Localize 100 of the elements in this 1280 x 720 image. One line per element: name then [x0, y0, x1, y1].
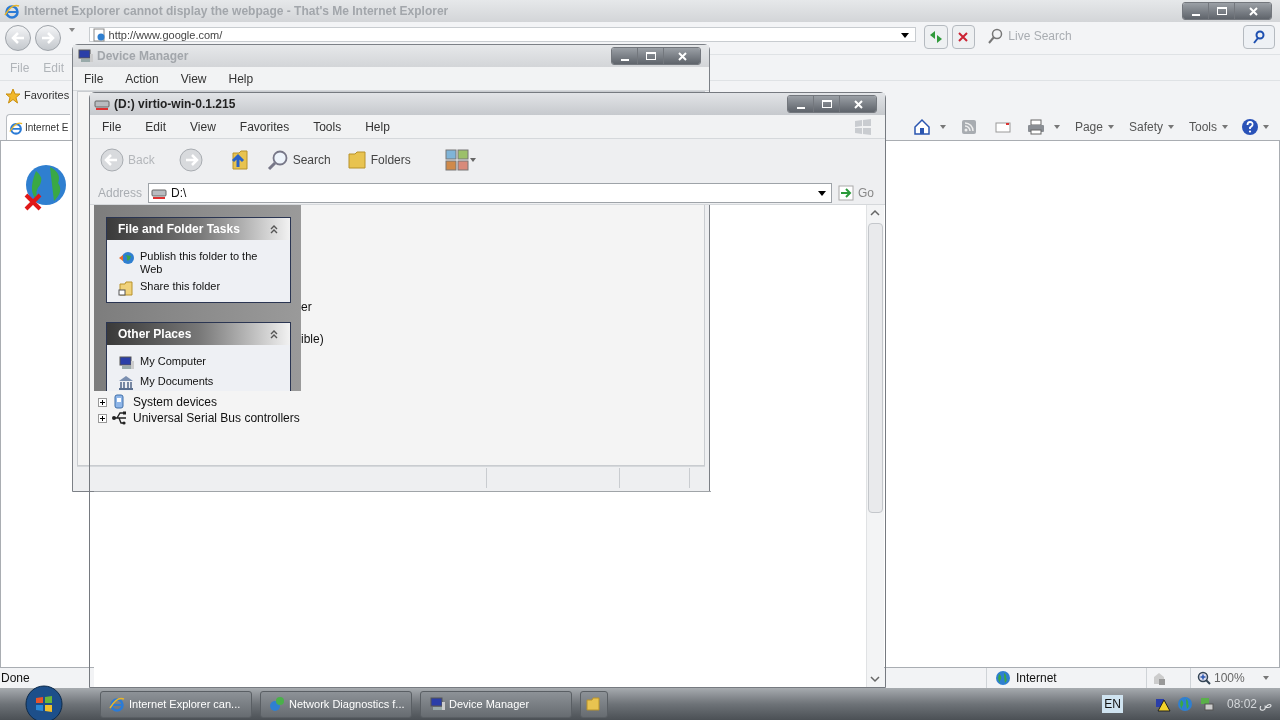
refresh-button[interactable]	[923, 25, 948, 49]
lock-icon	[1151, 670, 1167, 686]
caret-icon	[1262, 124, 1270, 130]
caret-icon	[1052, 124, 1061, 130]
menu-item[interactable]: Favorites	[239, 117, 290, 136]
window-icon	[77, 48, 93, 64]
page-icon	[92, 27, 105, 42]
zoom-icon	[1197, 671, 1211, 685]
printer-icon	[1026, 119, 1045, 135]
maximize-button[interactable]	[1209, 3, 1235, 19]
maximize-button[interactable]	[814, 96, 840, 112]
window-icon	[4, 3, 20, 19]
mail-button[interactable]	[994, 121, 1011, 133]
close-button[interactable]	[840, 96, 876, 112]
menu-item[interactable]: File	[102, 117, 122, 136]
start-orb-icon	[25, 685, 63, 720]
url-text: http://www.google.com/	[108, 28, 223, 41]
language-indicator[interactable]: EN	[1102, 695, 1123, 713]
task-link[interactable]: My Documents	[140, 375, 279, 388]
address-field[interactable]: http://www.google.com/	[88, 27, 916, 42]
scrollbar[interactable]	[866, 205, 884, 687]
panel-header[interactable]: Other Places	[107, 323, 290, 345]
maximize-button[interactable]	[638, 48, 664, 64]
taskbar-button[interactable]	[580, 690, 608, 718]
help-icon	[1241, 118, 1259, 136]
address-field[interactable]: D:\	[148, 182, 833, 203]
tree-item-label: er	[301, 299, 312, 316]
star-icon	[5, 87, 21, 104]
menu-item[interactable]: Edit	[145, 117, 167, 136]
close-icon	[677, 51, 687, 61]
caret-icon	[1261, 675, 1270, 681]
network-warning-icon[interactable]	[1154, 696, 1171, 712]
close-button[interactable]	[664, 48, 700, 64]
folder-icon	[118, 280, 134, 296]
search-icon	[1253, 30, 1266, 44]
minimize-button[interactable]	[612, 48, 638, 64]
window-title: (D:) virtio-win-0.1.215	[114, 96, 236, 113]
caret-icon	[469, 157, 476, 163]
task-link[interactable]: Share this folder	[140, 280, 279, 293]
stop-button[interactable]	[951, 25, 976, 49]
taskbar-button[interactable]: Device Manager	[420, 690, 572, 718]
favorites-button[interactable]: Favorites	[5, 87, 70, 104]
print-button[interactable]	[1026, 119, 1061, 135]
search-button[interactable]	[1243, 25, 1275, 49]
usb-icon	[111, 410, 129, 426]
tree-item[interactable]: System devices	[133, 393, 218, 411]
tree-item[interactable]: Universal Serial Bus controllers	[133, 409, 300, 427]
start-button[interactable]	[24, 688, 64, 720]
right-arrow-icon	[40, 32, 55, 44]
caret-icon	[1167, 124, 1175, 130]
search-button[interactable]: Search	[266, 149, 331, 171]
close-icon	[1248, 6, 1258, 16]
menu-item[interactable]: Help	[365, 117, 390, 136]
expand-icon[interactable]	[98, 413, 107, 423]
panel-title: File and Folder Tasks	[118, 221, 240, 238]
browser-icon	[109, 696, 125, 712]
home-button[interactable]	[912, 118, 947, 136]
search-icon	[988, 28, 1005, 44]
close-icon	[853, 99, 863, 109]
menu-item[interactable]: Tools	[313, 117, 342, 136]
search-icon	[266, 149, 289, 171]
expand-icon[interactable]	[98, 397, 107, 407]
envelope-icon	[994, 121, 1011, 133]
menu-item[interactable]: File	[84, 69, 104, 88]
window-title: Device Manager	[97, 48, 189, 65]
collapse-icon[interactable]	[269, 329, 279, 339]
task-link[interactable]: Publish this folder to the Web	[140, 250, 279, 276]
search-field[interactable]: Live Search	[1008, 27, 1229, 45]
minimize-button[interactable]	[788, 96, 814, 112]
taskbar-button[interactable]: Network Diagnostics f...	[260, 690, 412, 718]
menu-item[interactable]: View	[190, 117, 216, 136]
panel-title: Other Places	[118, 326, 192, 343]
building-icon	[118, 375, 134, 391]
menu-item[interactable]: Action	[125, 69, 159, 88]
minimize-icon	[1191, 14, 1200, 16]
command-menu[interactable]: Safety	[1128, 118, 1175, 136]
command-menu[interactable]: Tools	[1189, 118, 1229, 136]
close-icon	[956, 30, 971, 44]
browser-tab[interactable]: Internet E	[6, 114, 70, 140]
minimize-button[interactable]	[1183, 3, 1209, 19]
taskbar-button[interactable]: Internet Explorer can...	[100, 690, 252, 718]
command-menu[interactable]: Page	[1074, 118, 1115, 136]
collapse-icon[interactable]	[269, 224, 279, 234]
window-title: Internet Explorer cannot display the webpage - That's Me Internet Explorer	[24, 3, 449, 20]
globe-icon	[118, 250, 134, 266]
maximize-icon	[821, 100, 832, 108]
help-button[interactable]	[1241, 118, 1270, 136]
folders-button[interactable]: Folders	[346, 150, 411, 170]
folder-icon	[586, 696, 602, 712]
folder-icon	[346, 150, 367, 170]
caret-icon	[1221, 124, 1229, 130]
scroll-thumb[interactable]	[868, 223, 883, 513]
panel-header[interactable]: File and Folder Tasks	[107, 218, 290, 240]
menu-item[interactable]: View	[180, 69, 207, 88]
task-link[interactable]: My Computer	[140, 355, 279, 368]
close-button[interactable]	[1235, 3, 1271, 19]
views-button[interactable]	[444, 149, 476, 171]
connection-icon[interactable]	[1198, 696, 1215, 712]
address-text: D:\	[171, 184, 187, 202]
menu-item[interactable]: Help	[228, 69, 254, 88]
